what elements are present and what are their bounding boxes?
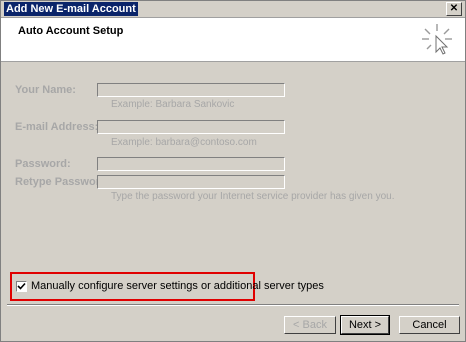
email-address-label: E-mail Address: (15, 121, 99, 133)
sparkle-cursor-icon (422, 24, 452, 55)
footer-separator (7, 304, 459, 306)
close-button[interactable]: ✕ (446, 2, 462, 16)
manual-config-label[interactable]: Manually configure server settings or ad… (31, 280, 324, 292)
password-label: Password: (15, 158, 71, 170)
retype-password-field[interactable] (97, 175, 285, 189)
your-name-hint: Example: Barbara Sankovic (111, 99, 235, 110)
manual-config-checkbox[interactable] (16, 281, 27, 292)
title-bar: Add New E-mail Account ✕ (1, 1, 465, 18)
next-button[interactable]: Next > (340, 315, 390, 335)
password-field[interactable] (97, 157, 285, 171)
back-button[interactable]: < Back (284, 316, 336, 334)
password-hint: Type the password your Internet service … (111, 191, 395, 202)
your-name-field[interactable] (97, 83, 285, 97)
checkmark-icon (17, 282, 26, 290)
window-title: Add New E-mail Account (4, 2, 138, 16)
wizard-header: Auto Account Setup (1, 18, 465, 62)
email-address-field[interactable] (97, 120, 285, 134)
add-email-account-window: Add New E-mail Account ✕ Auto Account Se… (0, 0, 466, 342)
email-address-hint: Example: barbara@contoso.com (111, 137, 257, 148)
cancel-button[interactable]: Cancel (399, 316, 460, 334)
page-title: Auto Account Setup (18, 25, 124, 37)
your-name-label: Your Name: (15, 84, 76, 96)
